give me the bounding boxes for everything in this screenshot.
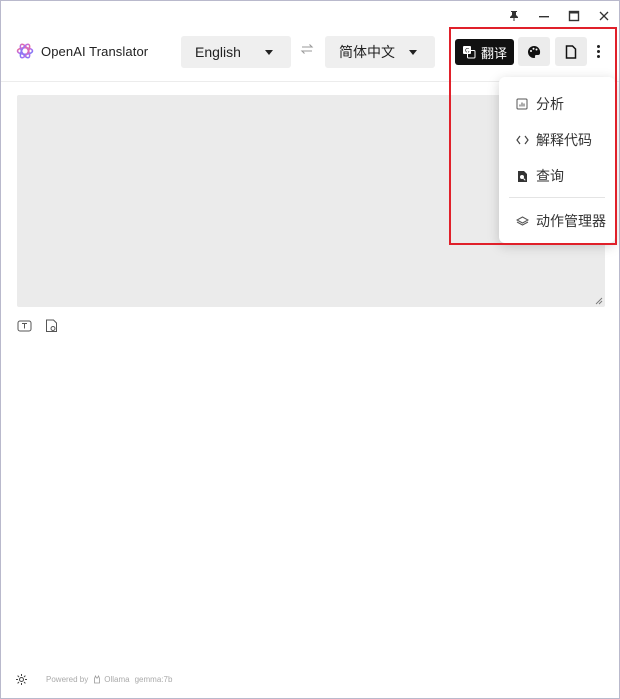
file-button[interactable] [555, 37, 587, 66]
menu-item-action-manager[interactable]: 动作管理器 [515, 211, 606, 231]
close-button[interactable] [589, 1, 619, 31]
menu-item-analyze[interactable]: 分析 [515, 94, 564, 114]
code-icon [515, 135, 529, 145]
minimize-icon [539, 16, 549, 18]
pin-button[interactable] [499, 1, 529, 31]
file-settings-icon[interactable] [45, 319, 58, 333]
chart-icon [515, 98, 529, 110]
pin-icon [510, 11, 518, 21]
caret-down-icon [409, 49, 417, 55]
menu-item-label: 解释代码 [536, 132, 592, 148]
more-dot [596, 54, 600, 58]
layers-icon [515, 215, 529, 227]
translate-button[interactable]: G 翻译 [455, 39, 514, 65]
resize-handle-icon[interactable] [595, 297, 603, 305]
provider: Ollama [93, 675, 130, 684]
menu-item-label: 查询 [536, 168, 564, 184]
target-language-select[interactable]: 简体中文 [325, 36, 435, 68]
settings-icon[interactable] [15, 673, 28, 686]
ollama-logo-icon [94, 675, 101, 684]
menu-item-label: 动作管理器 [536, 213, 606, 229]
translate-label: 翻译 [480, 45, 507, 61]
swap-languages-button[interactable] [300, 43, 314, 58]
source-language-select[interactable]: English [181, 36, 291, 68]
maximize-button[interactable] [559, 1, 589, 31]
input-tools [17, 319, 58, 333]
powered-by-text: Powered by [46, 675, 89, 684]
palette-icon [528, 45, 541, 58]
swap-icon [300, 44, 314, 54]
theme-button[interactable] [518, 37, 550, 66]
provider-name: Ollama [104, 675, 130, 684]
text-input-icon[interactable] [17, 319, 32, 333]
close-icon [599, 11, 609, 21]
menu-item-lookup[interactable]: 查询 [515, 166, 564, 186]
source-language-value: English [195, 44, 241, 60]
caret-down-icon [265, 49, 273, 55]
more-dropdown-menu: 分析 解释代码 查询 动作管理器 [499, 77, 615, 243]
translate-icon: G [462, 46, 476, 59]
header: OpenAI Translator English 简体中文 G 翻译 [1, 31, 619, 82]
menu-divider [509, 197, 605, 198]
menu-item-explain-code[interactable]: 解释代码 [515, 130, 592, 150]
brand: OpenAI Translator [16, 42, 148, 60]
footer: Powered by Ollama gemma:7b [15, 673, 172, 686]
model-name: gemma:7b [134, 675, 173, 684]
file-search-icon [515, 170, 529, 183]
more-menu-button[interactable] [590, 39, 606, 63]
menu-item-label: 分析 [536, 96, 564, 112]
more-dot [596, 49, 600, 53]
app-title: OpenAI Translator [41, 43, 149, 59]
app-window: OpenAI Translator English 简体中文 G 翻译 分析 解… [0, 0, 620, 699]
app-logo-icon [16, 43, 34, 59]
target-language-value: 简体中文 [339, 44, 395, 60]
file-icon [565, 44, 577, 59]
minimize-button[interactable] [529, 1, 559, 31]
more-dot [596, 44, 600, 48]
maximize-icon [568, 10, 580, 22]
title-bar [499, 1, 619, 31]
